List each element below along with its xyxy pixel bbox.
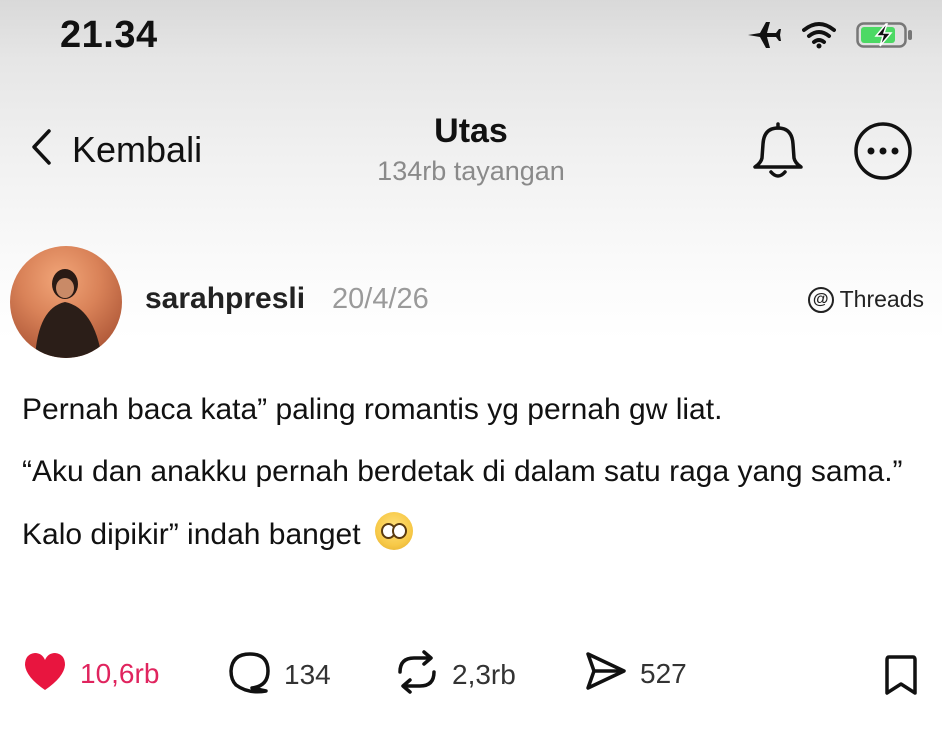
action-bar: 10,6rb 134 2,3rb 527 [0, 650, 942, 700]
repost-button[interactable]: 2,3rb [394, 650, 516, 699]
post-paragraph: Pernah baca kata” paling romantis yg per… [22, 393, 723, 426]
like-button[interactable]: 10,6rb [22, 650, 159, 697]
repost-count: 2,3rb [452, 658, 516, 690]
bookmark-icon [884, 655, 918, 700]
source-label: Threads [839, 286, 924, 312]
pleading-face-emoji [374, 512, 413, 550]
post-date: 20/4/26 [332, 283, 429, 315]
airplane-icon [746, 20, 782, 50]
bookmark-button[interactable] [884, 654, 918, 701]
post-body: Pernah baca kata” paling romantis yg per… [22, 388, 922, 575]
status-icons [746, 20, 914, 50]
comment-count: 134 [284, 658, 331, 690]
more-options-button[interactable] [852, 120, 914, 187]
post-paragraph-last: Kalo dipikir” indah banget [22, 512, 922, 557]
status-bar: 21.34 [0, 0, 942, 80]
username[interactable]: sarahpresli [145, 282, 305, 316]
heart-icon [22, 650, 68, 697]
avatar[interactable] [10, 246, 122, 358]
threads-icon: @ [807, 286, 834, 313]
repost-icon [394, 650, 440, 699]
post-paragraph: “Aku dan anakku pernah berdetak di dalam… [22, 455, 903, 488]
notification-button[interactable] [750, 122, 806, 187]
more-icon [852, 122, 914, 186]
nav-header: Kembali Utas 134rb tayangan [0, 100, 942, 210]
battery-charging-icon [856, 20, 914, 50]
wifi-icon [802, 21, 836, 49]
bell-icon [750, 122, 806, 186]
comment-button[interactable]: 134 [228, 650, 331, 699]
comment-icon [228, 650, 272, 699]
like-count: 10,6rb [80, 657, 160, 689]
send-icon [584, 650, 628, 697]
post-paragraph-text: Kalo dipikir” indah banget [22, 518, 361, 551]
status-time: 21.34 [60, 14, 158, 56]
threads-badge: @ Threads [807, 286, 924, 313]
share-button[interactable]: 527 [584, 650, 687, 697]
post-header: sarahpresli 20/4/26 @ Threads [0, 240, 942, 360]
share-count: 527 [640, 657, 687, 689]
